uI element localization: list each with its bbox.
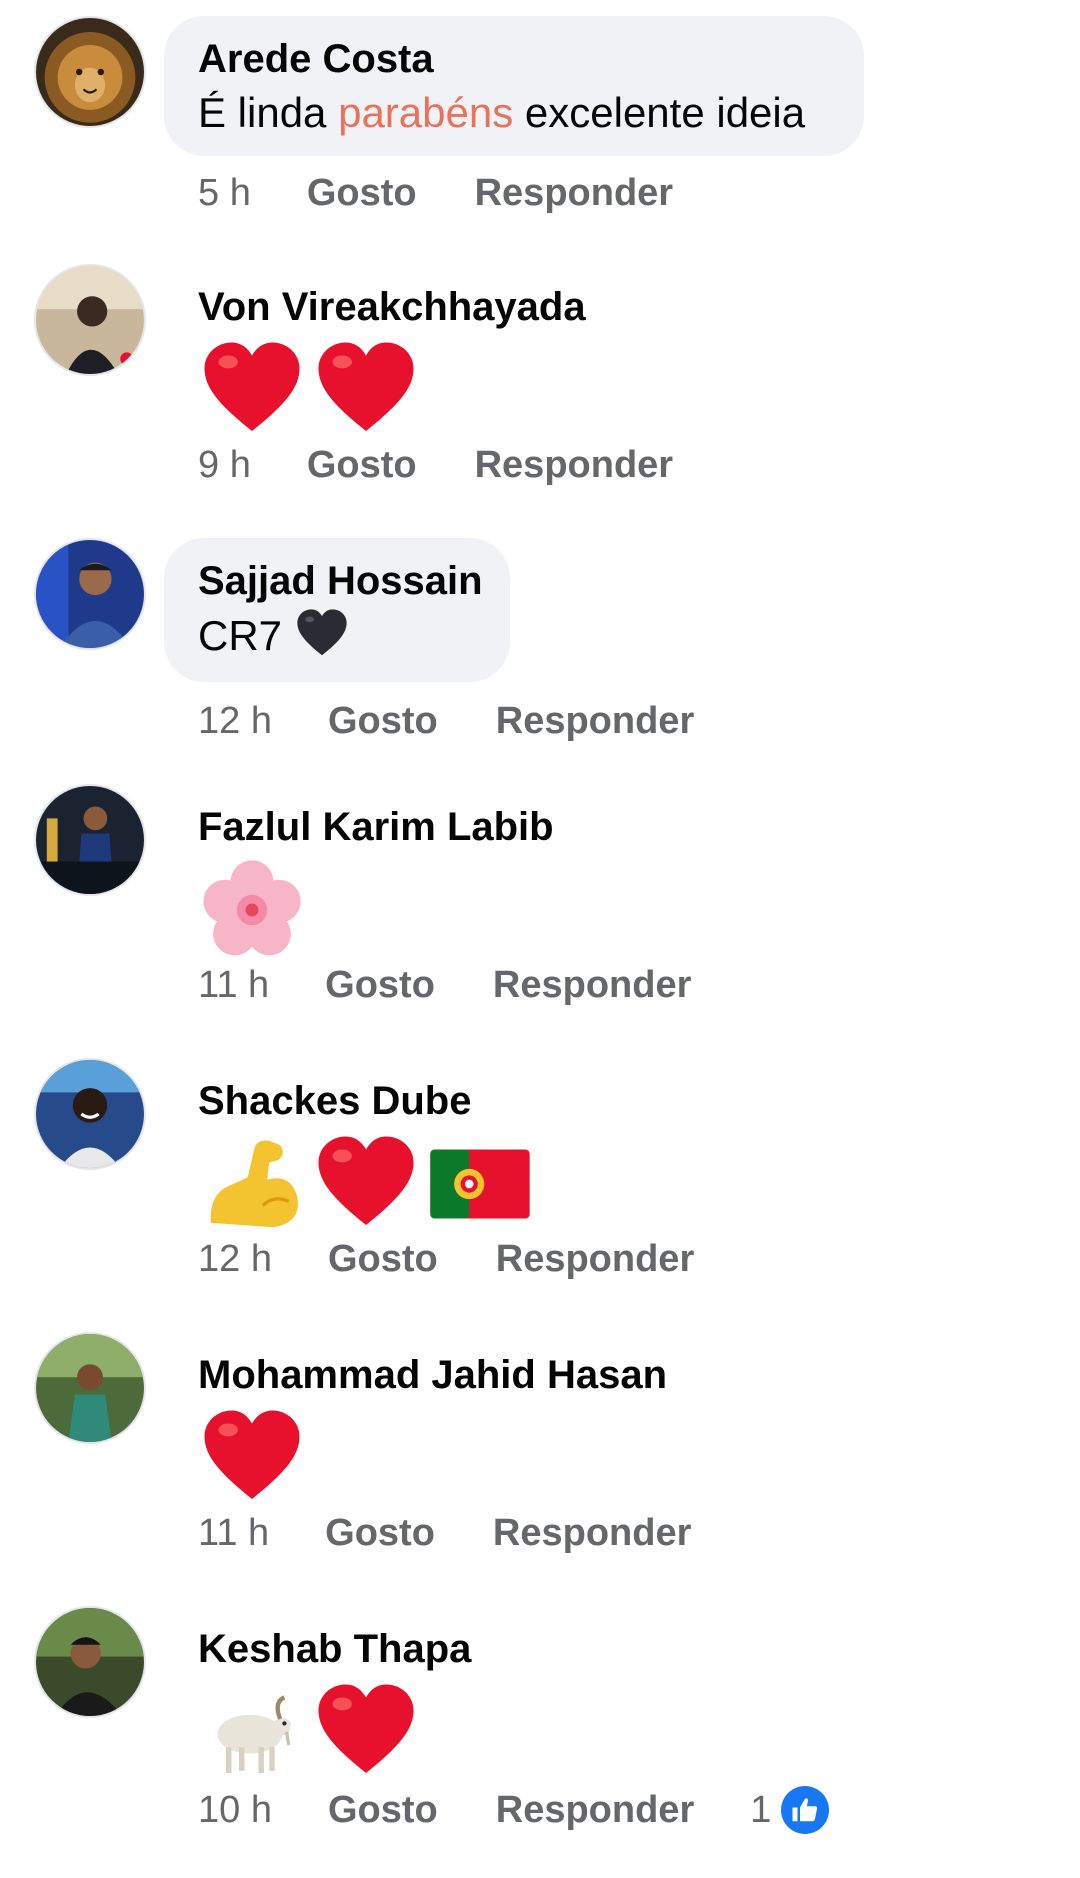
like-button[interactable]: Gosto (307, 172, 417, 215)
emoji-row (198, 1132, 690, 1236)
comment-text-end: excelente ideia (513, 89, 806, 136)
comment-time[interactable]: 10 h (198, 1789, 272, 1832)
red-heart-emoji-icon (204, 342, 300, 432)
like-button[interactable]: Gosto (307, 444, 417, 487)
person-avatar-icon (36, 266, 144, 374)
red-heart-emoji-icon (204, 1410, 300, 1500)
avatar[interactable] (34, 784, 146, 896)
reaction-count: 1 (750, 1788, 772, 1831)
person-avatar-icon (36, 1060, 144, 1168)
avatar[interactable] (34, 264, 146, 376)
reaction-summary[interactable]: 1 (750, 1786, 830, 1834)
avatar[interactable] (34, 1606, 146, 1718)
reply-button[interactable]: Responder (475, 172, 673, 215)
red-heart-emoji-icon (318, 1136, 414, 1226)
reply-button[interactable]: Responder (496, 700, 694, 743)
comment-actions: 5 h Gosto Responder (198, 172, 673, 215)
comment-time[interactable]: 11 h (198, 1512, 269, 1555)
portugal-flag-emoji-icon (430, 1149, 530, 1219)
emoji-row (198, 338, 690, 442)
reply-button[interactable]: Responder (493, 1512, 691, 1555)
red-heart-emoji-icon (318, 1684, 414, 1774)
comment-bubble: Shackes Dube (164, 1058, 724, 1258)
comment-author[interactable]: Sajjad Hossain (198, 556, 483, 606)
like-button[interactable]: Gosto (325, 964, 435, 1007)
comment-time[interactable]: 11 h (198, 964, 269, 1007)
comment-bubble: Keshab Thapa (164, 1606, 724, 1806)
comment-bubble: Mohammad Jahid Hasan (164, 1332, 724, 1532)
avatar[interactable] (34, 1058, 146, 1170)
comment-bubble: Von Vireakchhayada (164, 264, 724, 464)
comment-text: É linda parabéns excelente ideia (198, 84, 830, 142)
like-button[interactable]: Gosto (328, 700, 438, 743)
comment-time[interactable]: 12 h (198, 1238, 272, 1281)
avatar[interactable] (34, 1332, 146, 1444)
avatar[interactable] (34, 538, 146, 650)
comment-text-start: É linda (198, 89, 339, 136)
comment-author[interactable]: Keshab Thapa (198, 1624, 690, 1674)
comment-actions: 10 h Gosto Responder 1 (198, 1786, 830, 1834)
comment-actions: 11 h Gosto Responder (198, 1512, 691, 1555)
comment-actions: 11 h Gosto Responder (198, 964, 691, 1007)
comment-bubble: Sajjad Hossain CR7 (164, 538, 510, 682)
cherry-blossom-emoji-icon (203, 860, 301, 956)
comment-time[interactable]: 9 h (198, 444, 251, 487)
reply-button[interactable]: Responder (475, 444, 673, 487)
reply-button[interactable]: Responder (496, 1789, 694, 1832)
comment-author[interactable]: Mohammad Jahid Hasan (198, 1350, 690, 1400)
comment-bubble: Fazlul Karim Labib (164, 784, 724, 984)
person-avatar-icon (36, 786, 144, 894)
reply-button[interactable]: Responder (496, 1238, 694, 1281)
emoji-row (198, 858, 690, 962)
lion-avatar-icon (36, 18, 144, 126)
reply-button[interactable]: Responder (493, 964, 691, 1007)
like-button[interactable]: Gosto (325, 1512, 435, 1555)
comment-text-body: CR7 (198, 612, 294, 659)
comment-actions: 12 h Gosto Responder (198, 1238, 694, 1281)
comment-time[interactable]: 5 h (198, 172, 251, 215)
person-avatar-icon (36, 1334, 144, 1442)
comment-author[interactable]: Fazlul Karim Labib (198, 802, 690, 852)
comment-actions: 9 h Gosto Responder (198, 444, 673, 487)
thumbs-up-icon (781, 1786, 830, 1834)
black-heart-emoji-icon (297, 609, 347, 656)
comment-text-highlight: parabéns (338, 89, 514, 136)
comment-bubble: Arede Costa É linda parabéns excelente i… (164, 16, 864, 156)
emoji-row (198, 1406, 690, 1510)
emoji-row (198, 1680, 690, 1784)
comment-author[interactable]: Von Vireakchhayada (198, 282, 690, 332)
like-button[interactable]: Gosto (328, 1789, 438, 1832)
comment-actions: 12 h Gosto Responder (198, 700, 694, 743)
goat-emoji-icon (217, 1695, 291, 1774)
red-heart-emoji-icon (318, 342, 414, 432)
comment-text: CR7 (198, 606, 476, 665)
comment-author[interactable]: Arede Costa (198, 34, 830, 84)
person-avatar-icon (36, 1608, 144, 1716)
person-avatar-icon (36, 540, 144, 648)
comment-author[interactable]: Shackes Dube (198, 1076, 690, 1126)
comment-time[interactable]: 12 h (198, 700, 272, 743)
avatar[interactable] (34, 16, 146, 128)
like-button[interactable]: Gosto (328, 1238, 438, 1281)
flexed-biceps-emoji-icon (210, 1140, 298, 1228)
